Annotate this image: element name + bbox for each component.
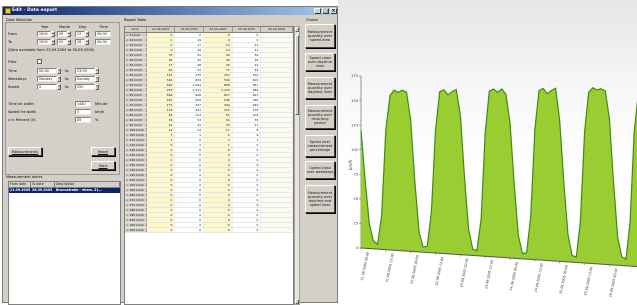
- x-tick-label: 22.09.2005 12:00: [434, 256, 444, 286]
- x-tick-label: 25.09.2005 12:00: [584, 266, 594, 296]
- x-tick-label: 26.09.2005 00:00: [608, 268, 618, 298]
- x-tick-label: 22.09.2005 00:00: [410, 255, 420, 285]
- y-tick-label: 25: [353, 222, 358, 226]
- data-area: [361, 87, 637, 267]
- x-tick-label: 24.09.2005 12:00: [534, 263, 544, 293]
- y-tick-label: 175: [351, 74, 358, 78]
- x-tick-label: 21.09.2005 00:00: [360, 251, 370, 281]
- y-tick-label: 150: [351, 99, 359, 103]
- y-tick-label: 125: [351, 123, 358, 127]
- x-tick-label: 23.09.2005 00:00: [459, 258, 469, 288]
- y-tick-label: 50: [353, 197, 358, 201]
- speed-area-chart: km/h 0 25 50 75 100 125 150 175 21.09.2005 00:00…: [348, 74, 637, 298]
- x-tick-label: 21.09.2005 12:00: [385, 253, 395, 283]
- y-tick-label: 100: [351, 148, 359, 152]
- y-axis-label: km/h: [348, 159, 353, 170]
- x-tick-label: 25.09.2005 00:00: [559, 265, 569, 295]
- y-tick-label: 75: [353, 172, 358, 176]
- x-tick-label: 24.09.2005 00:00: [509, 261, 519, 291]
- x-tick-label: 23.09.2005 12:00: [484, 260, 494, 290]
- y-tick-label: 0: [356, 246, 359, 250]
